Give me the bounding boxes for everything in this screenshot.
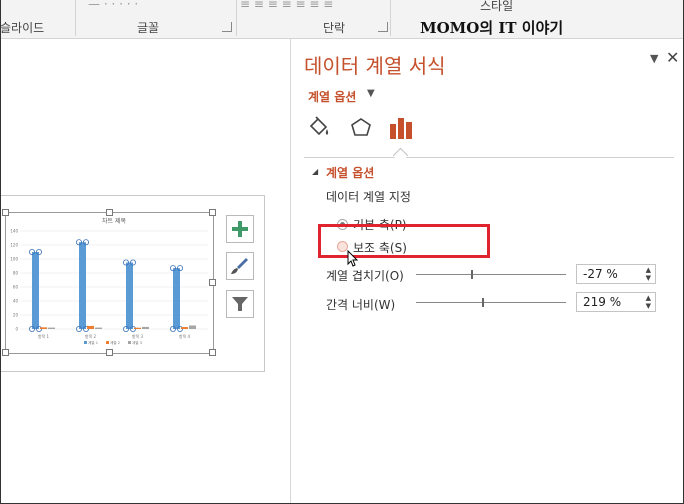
y-tick-label: 120 — [10, 243, 18, 248]
gap-width-value[interactable]: 219 % — [583, 295, 621, 309]
bar-2 — [40, 327, 47, 329]
paint-bucket-icon — [309, 116, 329, 136]
series-overlap-slider[interactable] — [416, 274, 566, 275]
chart-title: 차트 제목 — [102, 217, 126, 225]
tab-effects[interactable] — [347, 114, 375, 142]
pentagon-icon — [351, 118, 371, 136]
spin-up-icon[interactable]: ▲ — [646, 295, 651, 302]
category-label: 항목 3 — [132, 333, 144, 339]
gap-width-slider[interactable] — [416, 302, 566, 303]
bar-chart[interactable]: 차트 제목 0 20 40 60 80 100 120 140 항목 1 항목 2 항목 3 항목 4 계… — [6, 213, 213, 353]
chart-elements-button[interactable] — [226, 215, 254, 243]
resize-handle[interactable] — [209, 209, 216, 216]
highlight-box — [318, 224, 490, 258]
chart-object[interactable]: 차트 제목 0 20 40 60 80 100 120 140 항목 1 항목 2 항목 3 항목 4 계… — [5, 212, 214, 354]
series-overlap-label: 계열 겹치기(O) — [326, 269, 404, 283]
gap-width-label: 간격 너비(W) — [326, 298, 396, 312]
legend-swatch — [106, 341, 109, 344]
legend-label: 계열 2 — [110, 340, 120, 345]
bar-3 — [48, 327, 55, 329]
bar-2 — [87, 325, 94, 329]
category-label: 항목 1 — [38, 333, 50, 339]
plot-series-on-label: 데이터 계열 지정 — [326, 190, 411, 204]
section-header-series-options[interactable]: 계열 옵션 — [326, 164, 374, 181]
resize-handle[interactable] — [106, 349, 113, 356]
resize-handle[interactable] — [106, 209, 113, 216]
series-overlap-value[interactable]: -27 % — [583, 267, 618, 281]
legend-swatch — [84, 341, 87, 344]
y-tick-label: 60 — [13, 285, 19, 290]
series-overlap-input[interactable]: -27 % ▲ ▼ — [576, 264, 656, 284]
bar-1 — [173, 268, 180, 329]
brush-icon — [231, 258, 248, 274]
tab-fill-line[interactable] — [305, 114, 333, 142]
ribbon-separator — [236, 0, 237, 36]
bar-1 — [32, 252, 39, 329]
y-tick-label: 40 — [13, 299, 19, 304]
spin-down-icon[interactable]: ▼ — [646, 275, 651, 282]
y-tick-label: 80 — [13, 271, 19, 276]
watermark-text: MOMO의 IT 이야기 — [420, 19, 564, 37]
legend-label: 계열 3 — [132, 340, 142, 345]
ribbon-controls-cutoff: — · · · · · — [88, 0, 139, 9]
spin-up-icon[interactable]: ▲ — [646, 267, 651, 274]
chart-filters-button[interactable] — [226, 290, 254, 318]
bar-3 — [95, 327, 102, 329]
font-dialog-launcher-icon[interactable] — [222, 22, 232, 32]
section-collapse-icon[interactable]: ◢ — [312, 167, 318, 176]
bar-1 — [126, 262, 133, 329]
bar-1 — [79, 242, 86, 329]
ribbon-group-slides[interactable]: 슬라이드 — [0, 19, 44, 36]
bar-3 — [189, 325, 196, 329]
window-border — [0, 0, 1, 504]
y-tick-label: 140 — [10, 229, 18, 234]
close-icon[interactable]: ✕ — [666, 48, 679, 67]
category-label: 항목 4 — [179, 333, 191, 339]
chart-styles-button[interactable] — [226, 252, 254, 280]
bar-2 — [181, 327, 188, 329]
resize-handle[interactable] — [2, 349, 9, 356]
chevron-down-icon[interactable]: ▼ — [367, 88, 375, 99]
y-tick-label: 20 — [13, 313, 19, 318]
pane-options-icon[interactable]: ▼ — [650, 52, 658, 65]
tab-divider — [304, 157, 674, 158]
plus-icon — [232, 221, 248, 237]
filter-icon — [232, 297, 248, 311]
category-label: 항목 2 — [85, 333, 97, 339]
bar-2 — [134, 327, 141, 329]
resize-handle[interactable] — [2, 209, 9, 216]
y-tick-label: 100 — [10, 257, 18, 262]
bar-chart-icon — [390, 118, 412, 139]
paragraph-dialog-launcher-icon[interactable] — [378, 22, 388, 32]
spin-down-icon[interactable]: ▼ — [646, 303, 651, 310]
pane-title: 데이터 계열 서식 — [304, 54, 446, 78]
legend-label: 계열 1 — [88, 340, 98, 345]
series-overlap-slider-thumb[interactable] — [470, 270, 473, 279]
bar-3 — [142, 326, 149, 329]
gap-width-input[interactable]: 219 % ▲ ▼ — [576, 292, 656, 312]
ribbon: — · · · · · ≡ ≡ ≡ ≡ ≡ ≡ ≡ 슬라이드 글꼴 단락 스타일 — [0, 0, 684, 39]
ribbon-separator — [390, 0, 391, 36]
y-tick-label: 0 — [15, 327, 18, 332]
ribbon-separator — [75, 0, 76, 36]
resize-handle[interactable] — [209, 349, 216, 356]
ribbon-paragraph-controls-cutoff: ≡ ≡ ≡ ≡ ≡ ≡ ≡ — [240, 0, 334, 9]
resize-handle[interactable] — [209, 279, 216, 286]
ribbon-group-paragraph[interactable]: 단락 — [323, 19, 345, 36]
ribbon-group-styles[interactable]: 스타일 — [480, 0, 513, 14]
series-options-dropdown[interactable]: 계열 옵션 — [308, 88, 356, 105]
legend-swatch — [128, 341, 131, 344]
gap-width-slider-thumb[interactable] — [481, 298, 484, 307]
tab-series-options[interactable] — [387, 114, 415, 142]
ribbon-group-font[interactable]: 글꼴 — [137, 19, 159, 36]
